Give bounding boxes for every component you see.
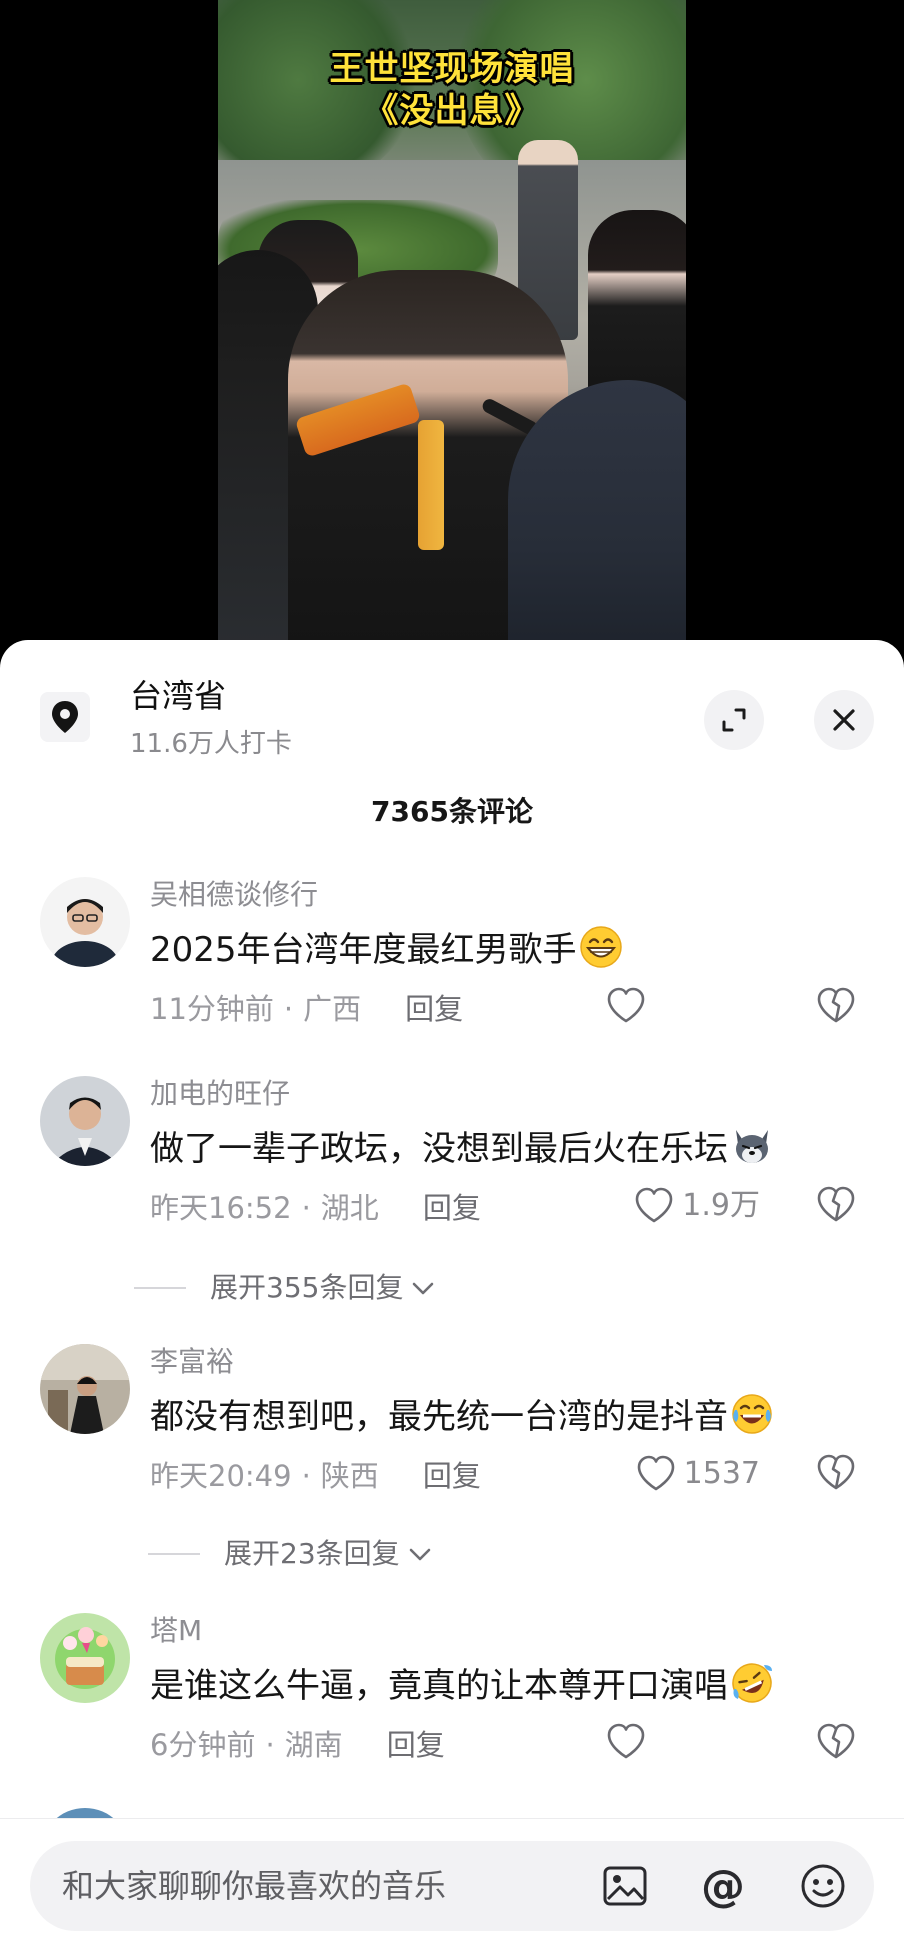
expand-icon — [722, 708, 746, 732]
avatar[interactable] — [40, 1613, 130, 1703]
screen: 王世坚现场演唱 《没出息》 台湾省 11.6万人打卡 7365条评论 吴相德谈修… — [0, 0, 904, 1958]
expand-replies-label: 展开23条回复 — [224, 1537, 400, 1570]
comment-username[interactable]: 加电的旺仔 — [150, 1076, 290, 1112]
expand-divider — [148, 1553, 200, 1555]
comment-text: 做了一辈子政坛，没想到最后火在乐坛 — [150, 1124, 774, 1172]
comment-meta: 昨天16:52 · 湖北 回复 — [150, 1188, 481, 1228]
comment-meta: 11分钟前 · 广西 回复 — [150, 989, 463, 1029]
like-button[interactable]: 1.9万 — [634, 1186, 760, 1226]
location-pin-icon — [40, 692, 90, 742]
comment-username[interactable]: 塔M — [150, 1613, 202, 1649]
like-count: 1537 — [683, 1456, 760, 1491]
broken-heart-icon — [817, 1186, 855, 1222]
comment-meta: 昨天20:49 · 陕西 回复 — [150, 1456, 481, 1496]
location-title[interactable]: 台湾省 — [130, 676, 226, 716]
heart-icon — [607, 987, 645, 1023]
smiley-icon — [801, 1864, 845, 1908]
mention-button[interactable]: @ — [698, 1860, 748, 1912]
comment-time: 11分钟前 — [150, 992, 274, 1026]
heart-icon — [607, 1723, 645, 1759]
expand-replies-button[interactable]: 展开23条回复 — [148, 1534, 434, 1574]
dislike-button[interactable] — [816, 987, 856, 1027]
laugh-cry-emoji-icon — [732, 1394, 772, 1434]
meta-separator: · — [301, 1459, 311, 1493]
reply-button[interactable]: 回复 — [423, 1459, 481, 1493]
comment-username[interactable]: 吴相德谈修行 — [150, 877, 318, 913]
broken-heart-icon — [817, 987, 855, 1023]
video-player[interactable]: 王世坚现场演唱 《没出息》 — [0, 0, 904, 660]
like-count: 1.9万 — [682, 1188, 760, 1223]
heart-icon — [637, 1455, 674, 1491]
location-checkin-count: 11.6万人打卡 — [130, 729, 292, 759]
video-caption: 王世坚现场演唱 《没出息》 — [218, 48, 686, 132]
comment-region: 陕西 — [320, 1459, 379, 1493]
comment-region: 湖北 — [320, 1191, 379, 1225]
emoji-button[interactable] — [798, 1861, 848, 1911]
like-button[interactable] — [606, 987, 646, 1025]
comment-meta: 6分钟前 · 湖南 回复 — [150, 1725, 445, 1765]
dislike-button[interactable] — [816, 1454, 856, 1494]
comment-count: 7365条评论 — [371, 795, 533, 828]
like-button[interactable] — [606, 1723, 646, 1761]
comment-input-placeholder: 和大家聊聊你最喜欢的音乐 — [62, 1867, 447, 1905]
video-caption-line1: 王世坚现场演唱 — [329, 49, 575, 89]
comment-text: 是谁这么牛逼，竟真的让本尊开口演唱 — [150, 1661, 774, 1709]
avatar[interactable] — [40, 1344, 130, 1434]
comment-text-content: 2025年台湾年度最红男歌手 — [150, 930, 577, 970]
comment-region: 广西 — [303, 992, 362, 1026]
expand-replies-button[interactable]: 展开355条回复 — [134, 1268, 437, 1308]
close-button[interactable] — [814, 690, 874, 750]
reply-button[interactable]: 回复 — [423, 1191, 481, 1225]
video-caption-line2: 《没出息》 — [364, 91, 540, 131]
comment-region: 湖南 — [284, 1728, 343, 1762]
close-icon — [833, 709, 855, 731]
comment-text-content: 是谁这么牛逼，竟真的让本尊开口演唱 — [150, 1666, 728, 1706]
comment-username[interactable]: 李富裕 — [150, 1344, 234, 1380]
chevron-down-icon — [413, 1282, 434, 1295]
meta-separator: · — [283, 992, 294, 1026]
dog-emoji-icon — [736, 1130, 768, 1163]
dislike-button[interactable] — [816, 1723, 856, 1763]
comments-sheet: 台湾省 11.6万人打卡 7365条评论 吴相德谈修行 2025年台湾年度最红男… — [0, 640, 904, 1958]
comment-text-content: 都没有想到吧，最先统一台湾的是抖音 — [150, 1397, 728, 1437]
expand-button[interactable] — [704, 690, 764, 750]
image-icon — [603, 1866, 647, 1906]
comment-input-bar: 和大家聊聊你最喜欢的音乐 @ — [0, 1818, 904, 1958]
expand-replies-label: 展开355条回复 — [210, 1271, 404, 1304]
meta-separator: · — [301, 1191, 311, 1225]
video-scene-graduation-stole — [418, 420, 444, 550]
at-icon: @ — [701, 1860, 745, 1912]
heart-icon — [635, 1187, 673, 1223]
dislike-button[interactable] — [816, 1186, 856, 1226]
comment-time: 昨天20:49 — [150, 1459, 292, 1493]
comment-time: 6分钟前 — [150, 1728, 256, 1762]
video-frame[interactable]: 王世坚现场演唱 《没出息》 — [218, 0, 686, 640]
rofl-emoji-icon — [732, 1663, 772, 1703]
chevron-down-icon — [409, 1548, 430, 1561]
comment-text-content: 做了一辈子政坛，没想到最后火在乐坛 — [150, 1129, 728, 1169]
comment-text: 2025年台湾年度最红男歌手 — [150, 925, 623, 973]
comment-text: 都没有想到吧，最先统一台湾的是抖音 — [150, 1392, 774, 1440]
avatar[interactable] — [40, 877, 130, 967]
broken-heart-icon — [817, 1723, 855, 1759]
grin-emoji-icon — [579, 926, 622, 968]
avatar[interactable] — [40, 1076, 130, 1166]
expand-divider — [134, 1287, 186, 1289]
reply-button[interactable]: 回复 — [387, 1728, 445, 1762]
location-row[interactable]: 台湾省 11.6万人打卡 — [0, 640, 904, 790]
meta-separator: · — [265, 1728, 275, 1762]
like-button[interactable]: 1537 — [636, 1454, 760, 1494]
broken-heart-icon — [817, 1454, 855, 1490]
comment-time: 昨天16:52 — [150, 1191, 292, 1225]
reply-button[interactable]: 回复 — [405, 992, 463, 1026]
comment-input[interactable]: 和大家聊聊你最喜欢的音乐 @ — [30, 1841, 874, 1931]
image-button[interactable] — [600, 1861, 650, 1911]
